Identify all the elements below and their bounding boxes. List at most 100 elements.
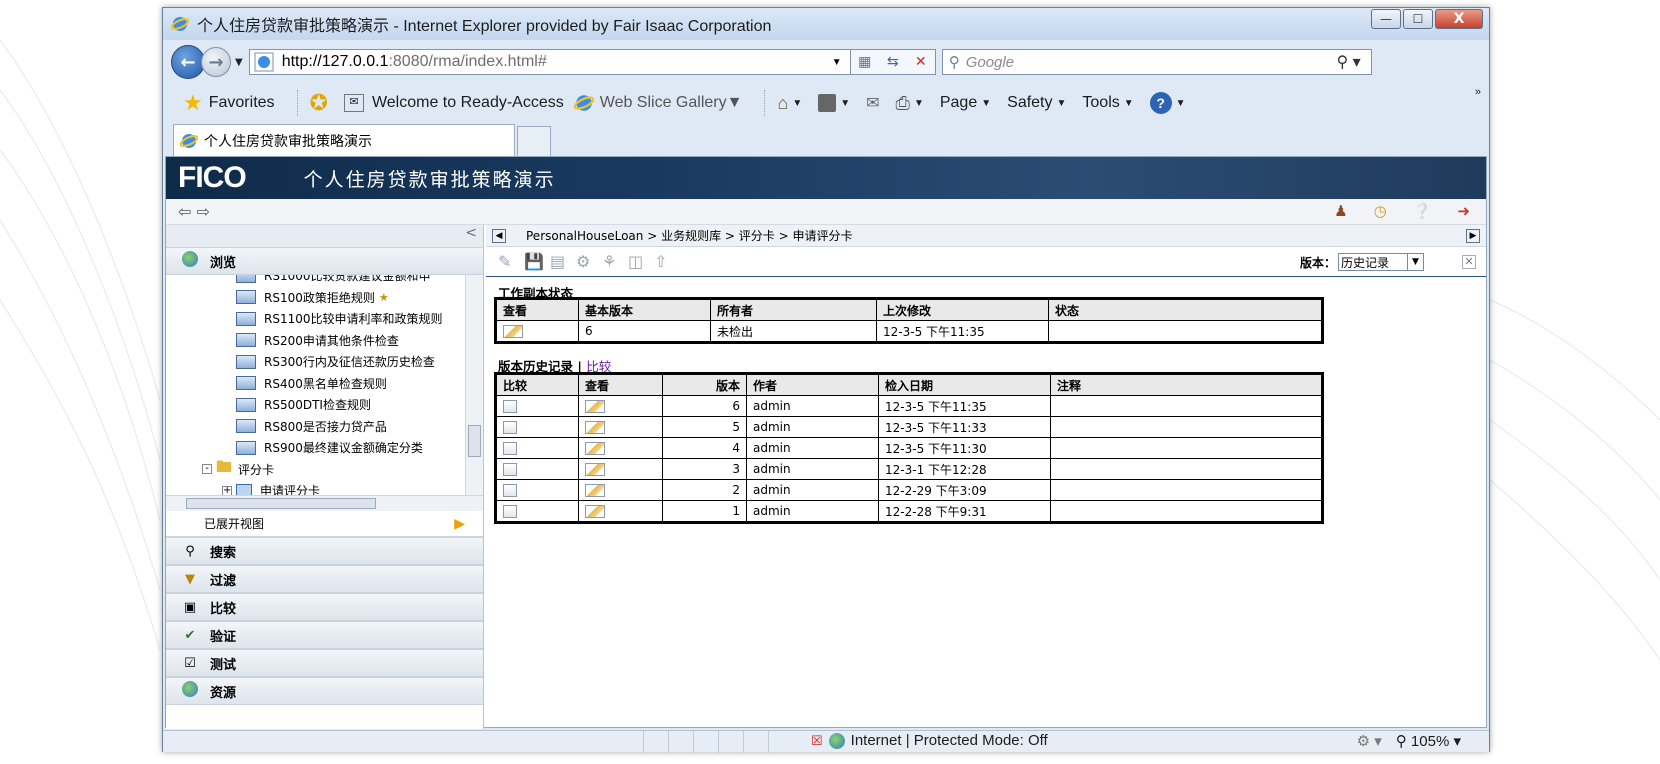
new-tab-button[interactable] <box>517 126 551 156</box>
view-icon[interactable] <box>585 483 605 497</box>
maximize-button[interactable]: ☐ <box>1403 9 1433 29</box>
history-title: 版本历史记录 | 比较 <box>498 359 612 374</box>
collapse-panel-icon[interactable]: < <box>166 225 483 247</box>
view-icon[interactable] <box>585 504 605 518</box>
compare-checkbox[interactable] <box>503 462 517 476</box>
view-icon[interactable] <box>585 441 605 455</box>
filter-section[interactable]: ▼ 过滤 <box>166 565 483 593</box>
compat-view-icon[interactable]: ▦ <box>851 54 879 70</box>
toolbar-overflow-icon[interactable]: » <box>1475 86 1481 98</box>
zoom-control[interactable]: ⚲ 105% ▾ <box>1396 732 1461 750</box>
expanded-view-row[interactable]: 已展开视图 ▶ <box>166 511 483 537</box>
unlink-icon[interactable]: ⚘ <box>602 252 628 271</box>
read-mail-icon[interactable]: ✉ <box>866 93 879 113</box>
web-slice-gallery-link[interactable]: Web Slice Gallery ▼ <box>573 93 742 113</box>
tree-item[interactable]: RS800是否接力贷产品 <box>166 416 483 438</box>
security-zone[interactable]: ☒ Internet | Protected Mode: Off <box>811 732 1048 749</box>
search-icon[interactable]: ⚲ ▾ <box>1337 52 1361 72</box>
tree-item[interactable]: RS100政策拒绝规则 ★ <box>166 287 483 309</box>
compare-checkbox[interactable] <box>503 483 517 497</box>
back-arrow-icon[interactable]: ⇦ <box>178 202 191 221</box>
tree-vertical-scrollbar[interactable] <box>465 275 483 495</box>
favorites-button[interactable]: ★ Favorites <box>183 90 275 116</box>
chevron-down-icon: ▼ <box>1407 254 1423 270</box>
tree-item[interactable]: RS200申请其他条件检查 <box>166 330 483 352</box>
browse-section[interactable]: 浏览 <box>166 247 483 275</box>
home-icon[interactable]: ⌂ ▼ <box>777 93 802 114</box>
tree-item[interactable]: RS500DTI检查规则 <box>166 394 483 416</box>
safety-menu[interactable]: Safety ▼ <box>1007 94 1066 112</box>
view-icon[interactable] <box>585 462 605 476</box>
compare-section[interactable]: ▣ 比较 <box>166 593 483 621</box>
ie-icon <box>171 17 189 31</box>
tab-main[interactable]: 个人住房贷款审批策略演示 <box>173 124 515 156</box>
close-pane-icon[interactable]: ✕ <box>1462 255 1476 269</box>
verify-section[interactable]: ✔ 验证 <box>166 621 483 649</box>
tree-item[interactable]: RS300行内及征信还款历史检查 <box>166 351 483 373</box>
clock-icon[interactable]: ◷ <box>1374 202 1387 220</box>
view-icon[interactable] <box>585 420 605 434</box>
help-icon[interactable]: ❔ <box>1413 202 1432 220</box>
ruleset-icon <box>236 354 256 369</box>
history-dropdown-icon[interactable]: ▼ <box>235 57 243 68</box>
working-copy-title: 工作副本状态 <box>498 286 574 301</box>
tree-item[interactable]: RS1100比较申请利率和政策规则 <box>166 308 483 330</box>
stop-icon[interactable]: ✕ <box>907 54 935 70</box>
tools-menu[interactable]: Tools ▼ <box>1082 94 1133 112</box>
page-menu[interactable]: Page ▼ <box>940 94 991 112</box>
tree-item[interactable]: RS900最终建议金额确定分类 <box>166 437 483 459</box>
play-arrow-icon[interactable]: ▶ <box>454 516 465 532</box>
help-menu[interactable]: ? ▼ <box>1149 92 1186 114</box>
print-icon[interactable]: ⎙ ▼ <box>896 93 924 114</box>
save-icon[interactable]: 💾 <box>524 252 550 271</box>
back-button[interactable]: ← <box>171 45 205 79</box>
tree-item[interactable]: RS400黑名单检查规则 <box>166 373 483 395</box>
expand-icon[interactable]: + <box>222 485 232 495</box>
tree-item-scorecard[interactable]: + 申请评分卡 <box>166 480 483 495</box>
upload-icon[interactable]: ⇧ <box>654 252 680 271</box>
add-favorites-icon[interactable]: ✪ <box>310 90 334 116</box>
compare-checkbox[interactable] <box>503 399 517 413</box>
edit-icon[interactable]: ✎ <box>498 252 524 271</box>
link-icon[interactable]: ⚙ <box>576 252 602 271</box>
compare-checkbox[interactable] <box>503 420 517 434</box>
collapse-left-icon[interactable]: ◀ <box>492 228 506 243</box>
refresh-icon[interactable]: ⇆ <box>879 54 907 70</box>
minimize-button[interactable]: — <box>1371 9 1401 29</box>
collapse-icon[interactable]: - <box>202 464 212 475</box>
logout-icon[interactable]: ➜ <box>1457 202 1470 220</box>
compare-checkbox[interactable] <box>503 504 517 518</box>
test-section[interactable]: ☑ 测试 <box>166 649 483 677</box>
feeds-icon[interactable]: ▼ <box>818 94 850 112</box>
popup-blocker-icon[interactable]: ⚙ ▾ <box>1357 732 1382 750</box>
status-bar: ☒ Internet | Protected Mode: Off ⚙ ▾ ⚲ 1… <box>163 730 1489 753</box>
user-icon[interactable]: ♟ <box>1334 202 1347 220</box>
tree-item[interactable]: RS1000比较贷款建议金额和申 <box>166 275 483 287</box>
forward-button[interactable]: → <box>201 47 231 77</box>
table-row: 2 admin 12-2-29 下午3:09 <box>496 479 1322 501</box>
expand-right-icon[interactable]: ▶ <box>1466 229 1480 243</box>
save-as-icon[interactable]: ▤ <box>550 252 576 271</box>
search-input[interactable]: ⚲ Google ⚲ ▾ <box>941 49 1372 75</box>
view-icon[interactable] <box>503 324 523 338</box>
search-engine-icon: ⚲ <box>948 54 960 71</box>
version-select[interactable]: 历史记录 ▼ <box>1338 253 1424 271</box>
forward-arrow-icon[interactable]: ⇨ <box>197 202 210 221</box>
app-header: FICO 个人住房贷款审批策略演示 <box>166 157 1486 199</box>
resource-section[interactable]: 资源 <box>166 677 483 705</box>
breadcrumb-text[interactable]: PersonalHouseLoan > 业务规则库 > 评分卡 > 申请评分卡 <box>526 227 852 244</box>
export-icon[interactable]: ◫ <box>628 252 654 271</box>
search-section[interactable]: ⚲ 搜索 <box>166 537 483 565</box>
tree-horizontal-scrollbar[interactable] <box>166 495 483 511</box>
compare-link[interactable]: 比较 <box>586 359 611 374</box>
breadcrumb: ◀ PersonalHouseLoan > 业务规则库 > 评分卡 > 申请评分… <box>486 225 1486 247</box>
app-title: 个人住房贷款审批策略演示 <box>303 168 556 191</box>
close-button[interactable]: X <box>1435 9 1483 29</box>
url-input[interactable]: http://127.0.0.1:8080/rma/index.html# ▼ <box>248 49 851 75</box>
view-icon[interactable] <box>585 399 605 413</box>
compare-checkbox[interactable] <box>503 441 517 455</box>
welcome-link[interactable]: ✉ Welcome to Ready-Access <box>343 94 564 112</box>
tree-folder-scorecard[interactable]: - 🖿 评分卡 <box>166 457 483 481</box>
url-dropdown-icon[interactable]: ▼ <box>832 57 842 68</box>
table-row: 3 admin 12-3-1 下午12:28 <box>496 458 1322 480</box>
